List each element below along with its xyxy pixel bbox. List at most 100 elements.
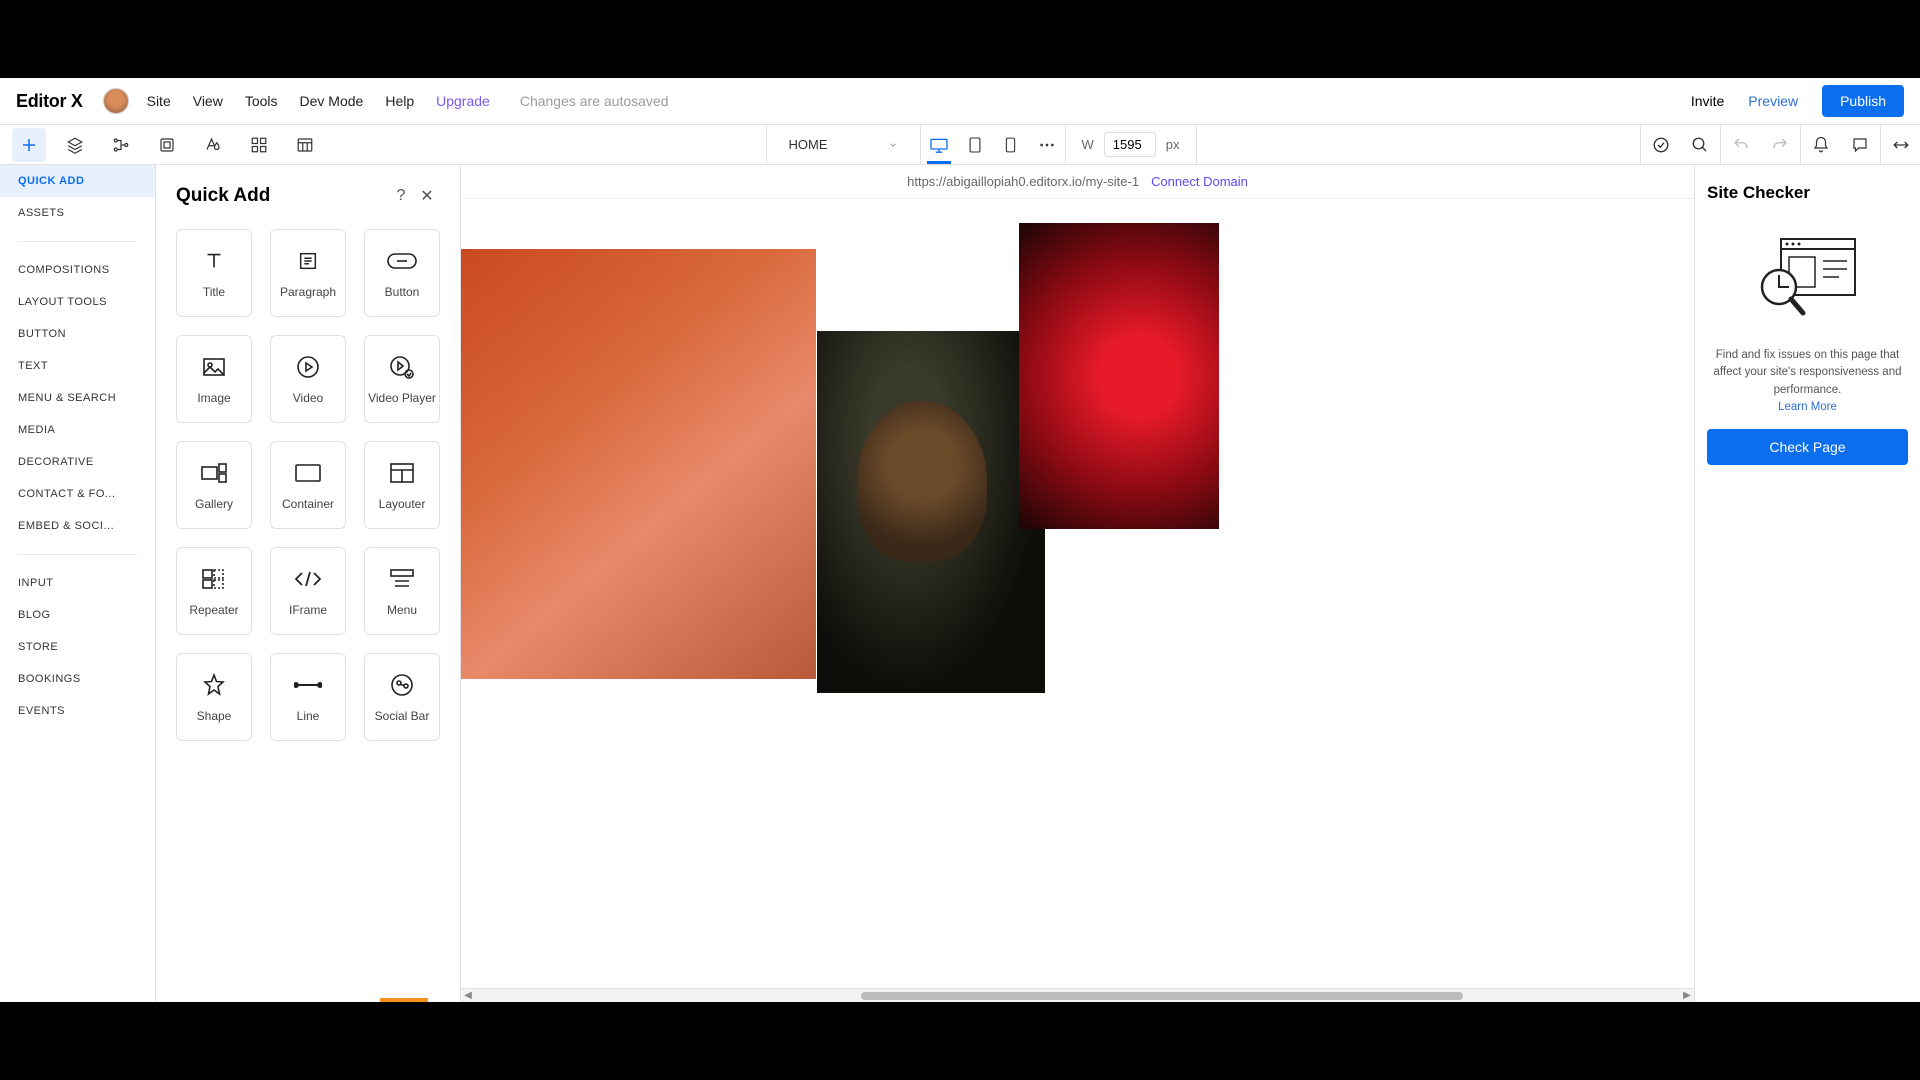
video-player-icon <box>389 353 415 381</box>
sidebar-item-button[interactable]: BUTTON <box>0 318 155 350</box>
quick-add-tile-video-player[interactable]: Video Player <box>364 335 440 423</box>
layers-button[interactable] <box>58 128 92 162</box>
sidebar-item-media[interactable]: MEDIA <box>0 414 155 446</box>
notifications-button[interactable] <box>1800 125 1840 164</box>
video-icon <box>296 353 320 381</box>
quick-add-tile-image[interactable]: Image <box>176 335 252 423</box>
sidebar-item-events[interactable]: EVENTS <box>0 695 155 727</box>
quick-add-tile-paragraph[interactable]: Paragraph <box>270 229 346 317</box>
menu-site[interactable]: Site <box>147 93 171 109</box>
top-menu-bar: Editor X Site View Tools Dev Mode Help U… <box>0 78 1920 125</box>
site-url: https://abigaillopiah0.editorx.io/my-sit… <box>907 174 1139 189</box>
scroll-left-arrow[interactable]: ◀ <box>461 990 475 1001</box>
sidebar-item-embed-social[interactable]: EMBED & SOCI... <box>0 510 155 542</box>
menu-icon <box>390 565 414 593</box>
brand-logo: Editor X <box>16 91 83 112</box>
undo-button[interactable] <box>1720 125 1760 164</box>
quick-add-tile-shape[interactable]: Shape <box>176 653 252 741</box>
canvas-image-1[interactable] <box>461 249 816 679</box>
menu-tools[interactable]: Tools <box>245 93 278 109</box>
quick-add-tile-gallery[interactable]: Gallery <box>176 441 252 529</box>
horizontal-scrollbar[interactable]: ◀ ▶ <box>461 988 1694 1002</box>
site-checker-title: Site Checker <box>1707 183 1908 203</box>
sidebar-item-layout-tools[interactable]: LAYOUT TOOLS <box>0 286 155 318</box>
quick-add-tile-social-bar[interactable]: Social Bar <box>364 653 440 741</box>
quick-add-tile-container[interactable]: Container <box>270 441 346 529</box>
site-checker-toggle[interactable] <box>1640 125 1680 164</box>
menu-dev-mode[interactable]: Dev Mode <box>300 93 364 109</box>
invite-button[interactable]: Invite <box>1691 93 1724 109</box>
chevron-down-icon <box>888 140 898 150</box>
repeater-icon <box>202 565 226 593</box>
quick-add-tile-video[interactable]: Video <box>270 335 346 423</box>
site-tree-button[interactable] <box>104 128 138 162</box>
learn-more-link[interactable]: Learn More <box>1707 401 1908 413</box>
check-page-button[interactable]: Check Page <box>1707 429 1908 465</box>
title-icon <box>201 247 227 275</box>
canvas-area: https://abigaillopiah0.editorx.io/my-sit… <box>461 165 1694 1002</box>
quick-add-tile-repeater[interactable]: Repeater <box>176 547 252 635</box>
gallery-icon <box>201 459 227 487</box>
tablet-breakpoint-button[interactable] <box>957 125 993 164</box>
canvas-image-2[interactable] <box>817 331 1045 693</box>
sidebar-item-text[interactable]: TEXT <box>0 350 155 382</box>
zoom-button[interactable] <box>1680 125 1720 164</box>
switch-editor-button[interactable] <box>1880 125 1920 164</box>
scroll-thumb[interactable] <box>861 992 1464 1000</box>
paragraph-icon <box>295 247 321 275</box>
preview-button[interactable]: Preview <box>1748 93 1798 109</box>
quick-add-title: Quick Add <box>176 185 388 207</box>
quick-add-tile-iframe[interactable]: IFrame <box>270 547 346 635</box>
sidebar-item-contact-forms[interactable]: CONTACT & FO... <box>0 478 155 510</box>
quick-add-panel: Quick Add ? ✕ Title Paragraph Button Ima… <box>156 165 461 1002</box>
sidebar-item-decorative[interactable]: DECORATIVE <box>0 446 155 478</box>
sidebar-item-quick-add[interactable]: QUICK ADD <box>0 165 155 197</box>
canvas-image-3[interactable] <box>1019 223 1219 529</box>
masters-button[interactable] <box>150 128 184 162</box>
desktop-breakpoint-button[interactable] <box>921 125 957 164</box>
redo-button[interactable] <box>1760 125 1800 164</box>
close-icon[interactable]: ✕ <box>414 183 440 209</box>
image-icon <box>202 353 226 381</box>
sidebar-item-store[interactable]: STORE <box>0 631 155 663</box>
container-icon <box>295 459 321 487</box>
app-market-button[interactable] <box>242 128 276 162</box>
canvas-width-input[interactable] <box>1104 132 1156 157</box>
comments-button[interactable] <box>1840 125 1880 164</box>
sidebar-item-bookings[interactable]: BOOKINGS <box>0 663 155 695</box>
sidebar-item-menu-search[interactable]: MENU & SEARCH <box>0 382 155 414</box>
theme-button[interactable] <box>196 128 230 162</box>
publish-button[interactable]: Publish <box>1822 85 1904 117</box>
menu-upgrade[interactable]: Upgrade <box>436 93 490 109</box>
line-icon <box>294 671 322 699</box>
social-bar-icon <box>390 671 414 699</box>
quick-add-tile-line[interactable]: Line <box>270 653 346 741</box>
sidebar-item-compositions[interactable]: COMPOSITIONS <box>0 254 155 286</box>
iframe-icon <box>294 565 322 593</box>
mobile-breakpoint-button[interactable] <box>993 125 1029 164</box>
sidebar-item-input[interactable]: INPUT <box>0 567 155 599</box>
sidebar-item-assets[interactable]: ASSETS <box>0 197 155 229</box>
quick-add-tile-button[interactable]: Button <box>364 229 440 317</box>
shape-icon <box>202 671 226 699</box>
sidebar-item-blog[interactable]: BLOG <box>0 599 155 631</box>
user-avatar[interactable] <box>103 88 129 114</box>
quick-add-tile-title[interactable]: Title <box>176 229 252 317</box>
design-canvas[interactable] <box>461 199 1694 988</box>
quick-add-tile-layouter[interactable]: Layouter <box>364 441 440 529</box>
help-icon[interactable]: ? <box>388 183 414 209</box>
more-breakpoints-button[interactable] <box>1029 125 1065 164</box>
menu-help[interactable]: Help <box>385 93 414 109</box>
site-checker-illustration <box>1707 231 1908 321</box>
page-selector[interactable]: HOME <box>766 125 921 164</box>
site-checker-description: Find and fix issues on this page that af… <box>1707 347 1908 399</box>
layouter-icon <box>390 459 414 487</box>
site-checker-panel: Site Checker Find and fix issues on this… <box>1694 165 1920 1002</box>
width-unit: px <box>1166 137 1180 152</box>
scroll-right-arrow[interactable]: ▶ <box>1680 990 1694 1001</box>
connect-domain-link[interactable]: Connect Domain <box>1151 174 1248 189</box>
content-manager-button[interactable] <box>288 128 322 162</box>
quick-add-tile-menu[interactable]: Menu <box>364 547 440 635</box>
add-element-button[interactable] <box>12 128 46 162</box>
menu-view[interactable]: View <box>193 93 223 109</box>
